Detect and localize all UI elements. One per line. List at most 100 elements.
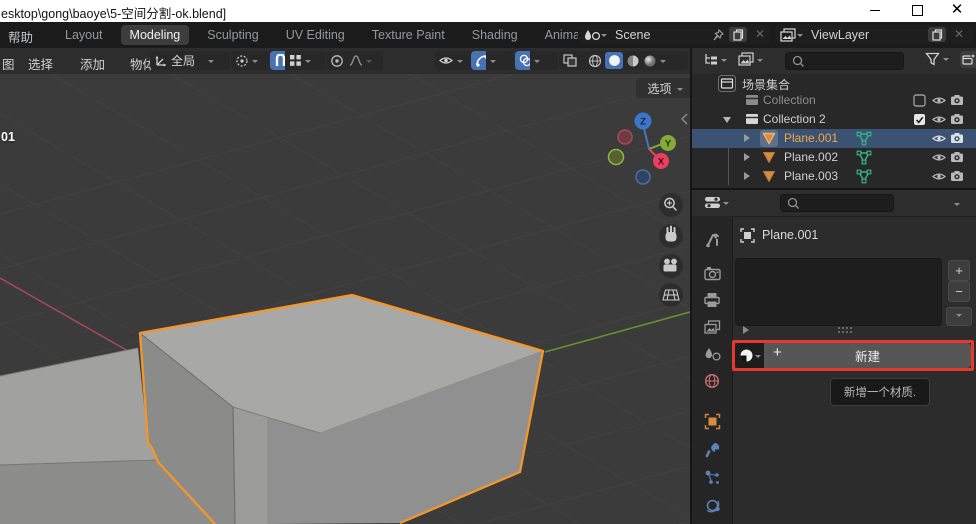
browse-material-dropdown[interactable] [735, 343, 764, 368]
tab-render[interactable] [700, 261, 724, 285]
transform-orientation-dropdown[interactable]: 全局 [150, 51, 230, 70]
pivot-point-dropdown[interactable] [231, 51, 269, 70]
camera-icon[interactable] [950, 170, 964, 182]
menu-view[interactable]: 图 [2, 54, 15, 73]
remove-view-layer-icon[interactable]: ✕ [954, 27, 964, 41]
expand-icon[interactable] [744, 172, 754, 180]
rendered-shading-icon[interactable] [643, 54, 657, 68]
xray-toggle[interactable] [559, 51, 587, 70]
axis-neg-x[interactable] [618, 130, 632, 144]
tab-shading[interactable]: Shading [463, 25, 527, 45]
collection-icon [745, 94, 759, 106]
new-collection-button[interactable] [960, 51, 976, 68]
row-plane-003[interactable]: Plane.003 [692, 167, 976, 186]
viewport-3d[interactable]: 图 选择 添加 物体 全局 [0, 48, 690, 524]
zoom-button[interactable] [659, 193, 683, 217]
gizmo-dropdown[interactable] [486, 51, 514, 70]
menu-add[interactable]: 添加 [80, 54, 105, 73]
tab-view-layer[interactable] [700, 315, 724, 339]
tab-object[interactable] [700, 409, 724, 433]
panel-expand-icon[interactable] [743, 326, 753, 334]
tab-particles[interactable] [700, 465, 724, 489]
row-plane-001-selected[interactable]: Plane.001 [692, 129, 976, 148]
axis-neg-y[interactable] [609, 150, 624, 165]
visibility-dropdown[interactable] [435, 51, 475, 70]
viewport-scene[interactable]: Z Y X [0, 74, 690, 524]
minimize-button[interactable] [858, 0, 892, 22]
collection-2-label: Collection 2 [763, 112, 826, 126]
camera-icon[interactable] [950, 132, 964, 144]
collection-label: Collection [763, 93, 816, 107]
breadcrumb-object-name: Plane.001 [762, 228, 818, 242]
chevron-down-icon [208, 60, 214, 66]
eye-icon[interactable] [932, 114, 946, 125]
axis-z-label: Z [640, 117, 646, 128]
properties-editor-dropdown[interactable] [704, 195, 729, 210]
outliner-search-input[interactable] [785, 52, 904, 70]
window-title: esktop\gong\baoye\5-空间分割-ok.blend] [1, 3, 226, 22]
camera-icon[interactable] [950, 151, 964, 163]
new-material-button[interactable]: + 新建 [764, 343, 971, 368]
display-mode-dropdown[interactable] [738, 52, 763, 67]
unlink-scene-icon[interactable]: ✕ [755, 27, 765, 41]
close-button[interactable]: ✕ [940, 0, 974, 22]
remove-slot-button[interactable]: − [948, 281, 970, 302]
solid-shading-active[interactable] [605, 52, 623, 69]
tab-output[interactable] [700, 288, 724, 312]
menu-help[interactable]: 帮助 [8, 27, 33, 46]
maximize-button[interactable] [900, 0, 934, 22]
pin-icon[interactable] [711, 28, 725, 42]
add-slot-button[interactable]: + [948, 260, 970, 281]
tab-sculpting[interactable]: Sculpting [198, 25, 267, 45]
title-bar: esktop\gong\baoye\5-空间分割-ok.blend] ✕ [0, 0, 976, 22]
editor-type-dropdown[interactable] [703, 52, 727, 67]
row-collection-2[interactable]: Collection 2 [692, 110, 976, 129]
view-layer-selector[interactable]: ViewLayer ✕ [775, 25, 973, 44]
copy-scene-button[interactable] [729, 27, 747, 42]
options-dropdown[interactable]: 选项 [636, 78, 694, 98]
axis-neg-z[interactable] [636, 170, 650, 184]
camera-icon[interactable] [950, 94, 964, 106]
tab-physics[interactable] [700, 493, 724, 517]
expand-icon[interactable] [744, 134, 754, 142]
material-slots-list[interactable] [735, 258, 942, 326]
tab-layout[interactable]: Layout [56, 25, 112, 45]
options-label: 选项 [647, 80, 671, 97]
checkbox-checked[interactable] [913, 113, 926, 126]
material-shading-icon[interactable] [626, 54, 640, 68]
view-layer-tab-icon [704, 320, 721, 335]
chevron-down-icon[interactable] [954, 203, 960, 209]
wireframe-shading-icon[interactable] [588, 54, 602, 68]
snap-target-dropdown[interactable] [285, 51, 325, 70]
filter-dropdown[interactable] [925, 52, 949, 66]
tab-scene[interactable] [700, 342, 724, 366]
slot-specials-button[interactable] [946, 307, 972, 326]
menu-select[interactable]: 选择 [28, 54, 53, 73]
properties-search-input[interactable] [780, 194, 894, 212]
expand-icon[interactable] [744, 153, 754, 161]
row-collection[interactable]: Collection [692, 91, 976, 110]
eye-icon[interactable] [932, 152, 946, 163]
outliner-editor-icon [703, 52, 719, 67]
scene-selector[interactable]: Scene ✕ [578, 25, 770, 44]
tab-uv-editing[interactable]: UV Editing [277, 25, 354, 45]
overlays-dropdown[interactable] [530, 51, 558, 70]
plane-002-label: Plane.002 [784, 150, 838, 164]
tab-modeling[interactable]: Modeling [121, 25, 190, 45]
eye-icon[interactable] [932, 133, 946, 144]
tab-tool[interactable] [700, 227, 724, 251]
tab-texture-paint[interactable]: Texture Paint [363, 25, 454, 45]
collapse-icon[interactable] [723, 117, 731, 127]
tab-world[interactable] [700, 369, 724, 393]
eye-icon[interactable] [932, 95, 946, 106]
row-plane-002[interactable]: Plane.002 [692, 148, 976, 167]
tab-modifiers[interactable] [700, 437, 724, 461]
falloff-dropdown[interactable] [345, 51, 383, 70]
resize-grip[interactable] [837, 326, 853, 334]
camera-icon[interactable] [950, 113, 964, 125]
copy-view-layer-button[interactable] [928, 27, 946, 42]
eye-icon[interactable] [932, 171, 946, 182]
viewport-corner-label: 01 [1, 130, 15, 144]
render-tab-icon [704, 266, 721, 281]
checkbox-unchecked[interactable] [913, 94, 926, 107]
